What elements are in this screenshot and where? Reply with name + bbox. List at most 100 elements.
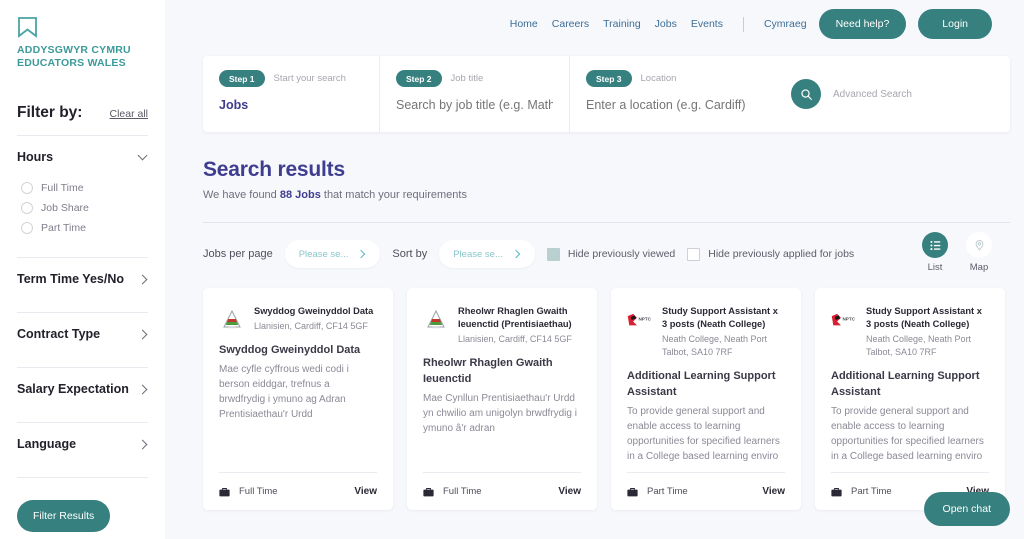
- job-card-title: Rheolwr Rhaglen Gwaith Ieuenctid: [423, 357, 553, 386]
- step-2-header: Step 2 Job title: [396, 70, 553, 87]
- checkbox-icon-unchecked: [687, 247, 701, 261]
- radio-part-time[interactable]: Part Time: [21, 218, 148, 238]
- job-title-input[interactable]: [396, 98, 553, 112]
- urdd-logo-icon: [423, 307, 449, 333]
- urdd-logo-glyph: [427, 309, 445, 329]
- advanced-search-link[interactable]: Advanced Search: [833, 89, 912, 100]
- need-help-button[interactable]: Need help?: [818, 9, 907, 39]
- radio-job-share[interactable]: Job Share: [21, 198, 148, 218]
- radio-full-time[interactable]: Full Time: [21, 178, 148, 198]
- job-card[interactable]: NPTC Study Support Assistant x 3 posts (…: [611, 288, 801, 510]
- search-step-3: Step 3 Location: [569, 56, 769, 132]
- list-icon: [922, 232, 948, 258]
- main-content: Home Careers Training Jobs Events Cymrae…: [165, 0, 1024, 539]
- filter-group-label: Language: [17, 436, 77, 451]
- nav-item-language[interactable]: Cymraeg: [764, 18, 807, 30]
- results-divider: [203, 222, 1010, 223]
- step-3-hint: Location: [640, 73, 677, 84]
- filter-group-contract-type[interactable]: Contract Type: [17, 313, 148, 354]
- radio-icon: [21, 221, 33, 234]
- filter-by-title: Filter by:: [17, 103, 83, 121]
- job-card-type: Full Time: [239, 486, 278, 497]
- job-card-view-link[interactable]: View: [354, 486, 377, 497]
- search-bar: Step 1 Start your search Jobs Step 2 Job…: [203, 56, 1010, 132]
- nav-item-events[interactable]: Events: [691, 18, 723, 30]
- job-card-header: Swyddog Gweinyddol Data Llanisien, Cardi…: [219, 305, 377, 333]
- nav-item-training[interactable]: Training: [603, 18, 641, 30]
- results-count: 88 Jobs: [279, 189, 321, 201]
- job-card-view-link[interactable]: View: [558, 486, 581, 497]
- filter-group-language[interactable]: Language: [17, 423, 148, 464]
- job-card[interactable]: NPTC Study Support Assistant x 3 posts (…: [815, 288, 1005, 510]
- logo-line-cy: ADDYSGWYR CYMRU: [17, 44, 131, 56]
- nav-item-careers[interactable]: Careers: [552, 18, 589, 30]
- step-1-header: Step 1 Start your search: [219, 70, 363, 87]
- job-card-org: Study Support Assistant x 3 posts (Neath…: [866, 305, 989, 359]
- urdd-logo-glyph: [223, 309, 241, 329]
- job-card-view-link[interactable]: View: [762, 486, 785, 497]
- view-list-label: List: [927, 262, 943, 273]
- job-card-location: Neath College, Neath Port Talbot, SA10 7…: [866, 334, 972, 358]
- job-card-footer: Full Time View: [423, 472, 581, 510]
- view-toggle-map[interactable]: Map: [962, 232, 996, 273]
- job-card[interactable]: Swyddog Gweinyddol Data Llanisien, Cardi…: [203, 288, 393, 510]
- filter-group-salary-expectation[interactable]: Salary Expectation: [17, 368, 148, 409]
- view-toggle-list[interactable]: List: [918, 232, 952, 273]
- sort-by-select[interactable]: Please se...: [439, 240, 535, 268]
- hide-previously-applied-checkbox[interactable]: Hide previously applied for jobs: [687, 247, 855, 261]
- hide-applied-label: Hide previously applied for jobs: [708, 248, 855, 260]
- svg-text:NPTC: NPTC: [638, 316, 651, 321]
- jobs-per-page-label: Jobs per page: [203, 248, 273, 260]
- map-pin-glyph: [975, 239, 983, 251]
- briefcase-icon: [627, 487, 638, 496]
- hide-previously-viewed-checkbox[interactable]: Hide previously viewed: [546, 247, 675, 261]
- job-card-org: Rheolwr Rhaglen Gwaith Ieuenctid (Prenti…: [458, 305, 581, 346]
- search-icon[interactable]: [791, 79, 821, 109]
- radio-label: Job Share: [41, 201, 89, 214]
- step-2-hint: Job title: [450, 73, 484, 84]
- radio-label: Part Time: [41, 221, 86, 234]
- job-card[interactable]: Rheolwr Rhaglen Gwaith Ieuenctid (Prenti…: [407, 288, 597, 510]
- step-2-badge: Step 2: [396, 70, 442, 87]
- chevron-right-icon: [358, 250, 366, 258]
- filter-group-label: Term Time Yes/No: [17, 271, 124, 286]
- job-card-header: NPTC Study Support Assistant x 3 posts (…: [627, 305, 785, 359]
- job-cards-list: Swyddog Gweinyddol Data Llanisien, Cardi…: [203, 288, 1024, 510]
- filter-group-label: Salary Expectation: [17, 381, 129, 396]
- job-card-org: Study Support Assistant x 3 posts (Neath…: [662, 305, 785, 359]
- step-1-badge: Step 1: [219, 70, 265, 87]
- job-card-description: Mae Cynllun Prentisiaethau'r Urdd yn chw…: [423, 392, 577, 435]
- filter-group-hours[interactable]: Hours: [17, 136, 148, 177]
- map-pin-icon: [966, 232, 992, 258]
- briefcase-icon: [831, 487, 842, 496]
- filter-results-button[interactable]: Filter Results: [17, 499, 111, 532]
- open-chat-button[interactable]: Open chat: [923, 492, 1010, 526]
- clear-all-link[interactable]: Clear all: [109, 108, 148, 120]
- logo-line-en: EDUCATORS WALES: [17, 56, 126, 69]
- search-category-value[interactable]: Jobs: [219, 98, 363, 112]
- briefcase-icon: [423, 487, 434, 496]
- login-button[interactable]: Login: [918, 9, 992, 39]
- advanced-search-area: Advanced Search: [769, 56, 1010, 132]
- job-card-title: Swyddog Gweinyddol Data: [219, 344, 361, 357]
- job-card-org-title: Swyddog Gweinyddol Data: [254, 306, 374, 316]
- top-navigation: Home Careers Training Jobs Events Cymrae…: [165, 0, 1024, 48]
- jobs-per-page-select[interactable]: Please se...: [284, 240, 381, 268]
- job-card-org-title: Study Support Assistant x 3 posts (Neath…: [866, 306, 982, 330]
- site-logo[interactable]: ADDYSGWYR CYMRU EDUCATORS WALES: [17, 0, 148, 70]
- job-card-org: Swyddog Gweinyddol Data Llanisien, Cardi…: [254, 305, 377, 333]
- filter-group-term-time[interactable]: Term Time Yes/No: [17, 258, 148, 299]
- bookmark-icon: [18, 17, 37, 38]
- job-card-footer: Part Time View: [627, 472, 785, 510]
- radio-icon: [21, 201, 33, 214]
- job-card-header: NPTC Study Support Assistant x 3 posts (…: [831, 305, 989, 359]
- sort-by-label: Sort by: [392, 248, 428, 260]
- job-card-org-title: Study Support Assistant x 3 posts (Neath…: [662, 306, 778, 330]
- location-input[interactable]: [586, 98, 753, 112]
- job-card-description: To provide general support and enable ac…: [831, 405, 984, 463]
- job-card-description: To provide general support and enable ac…: [627, 405, 780, 463]
- nav-item-jobs[interactable]: Jobs: [655, 18, 677, 30]
- briefcase-icon: [219, 487, 230, 496]
- radio-icon: [21, 181, 33, 194]
- nav-item-home[interactable]: Home: [510, 18, 538, 30]
